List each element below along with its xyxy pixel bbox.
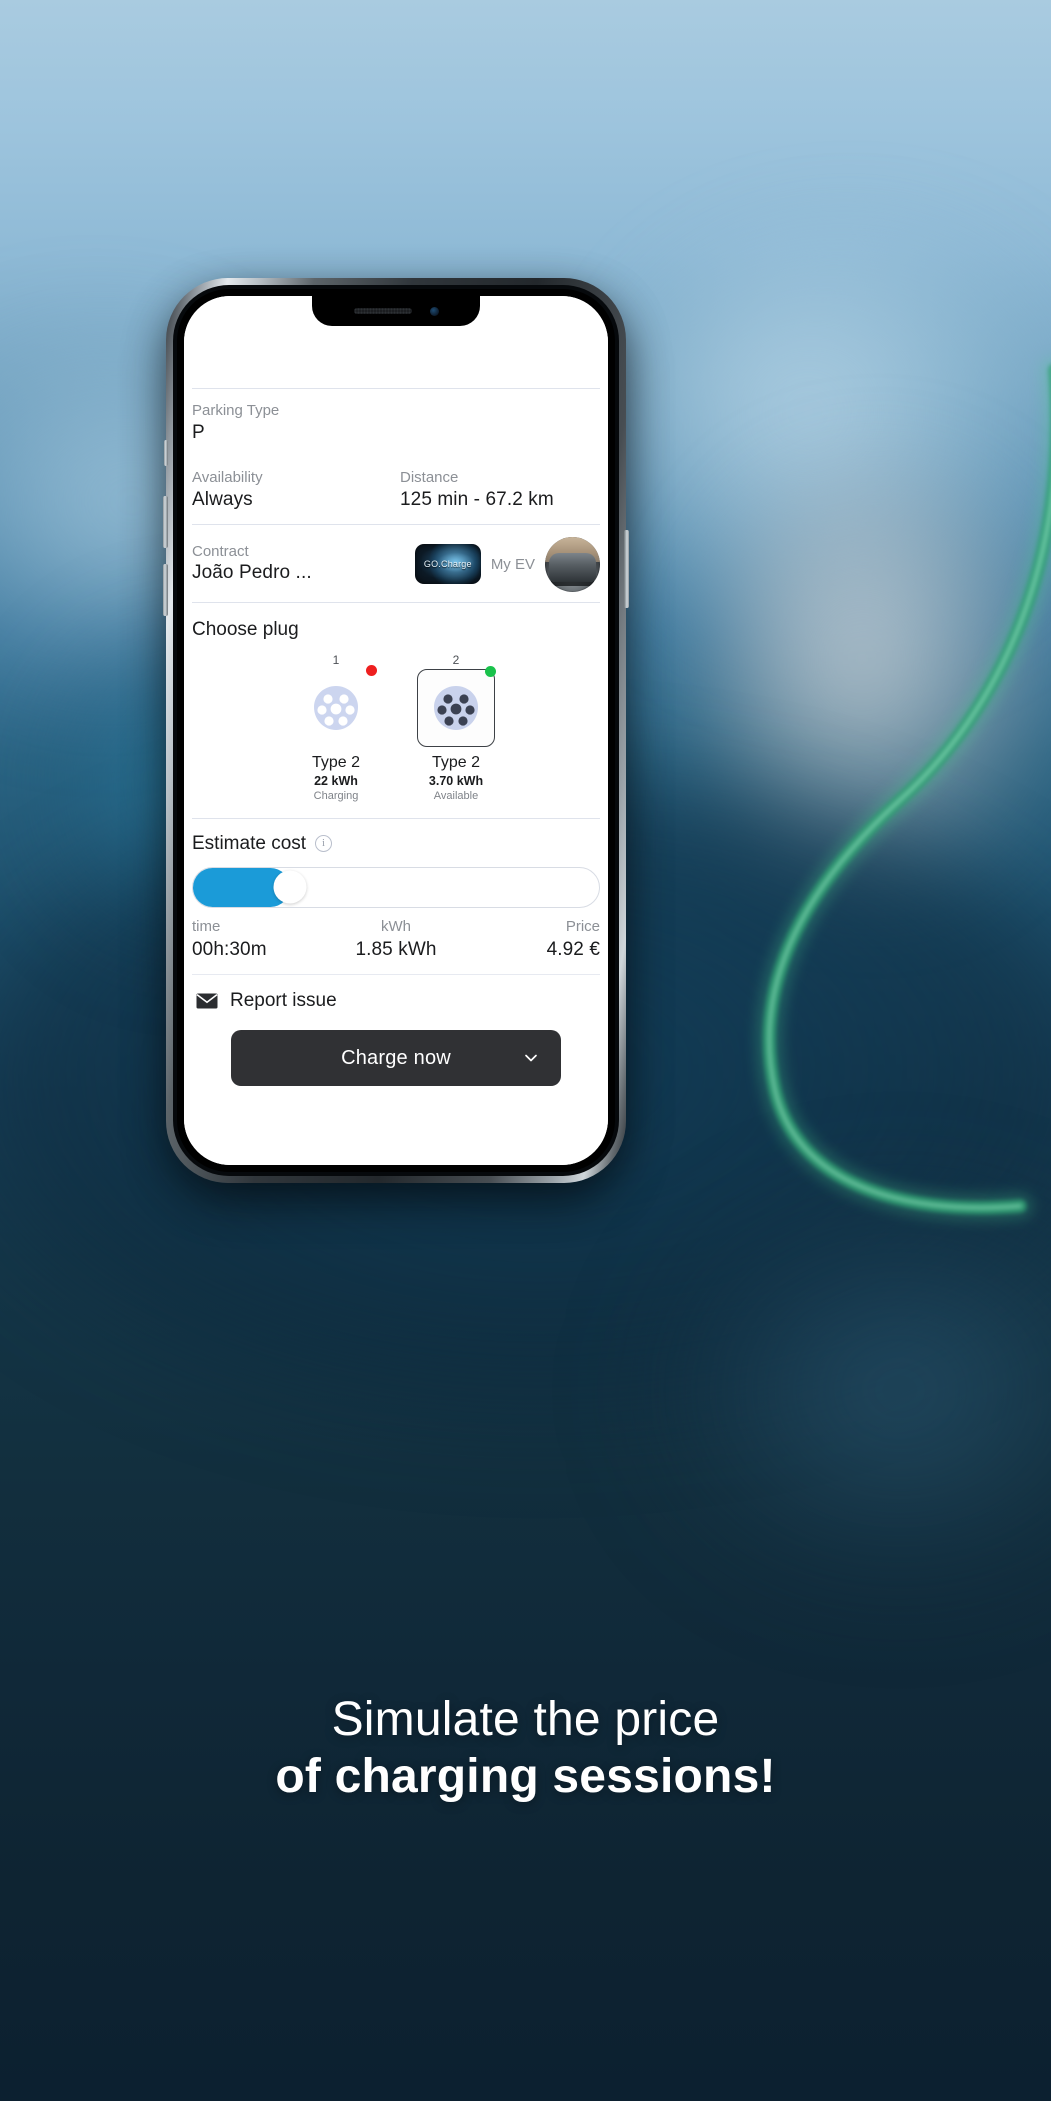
estimate-price-cell: Price 4.92 € — [464, 918, 600, 962]
background-bottom-sheen — [640, 1180, 1051, 1600]
plug-state: Charging — [313, 789, 359, 802]
estimate-price-label: Price — [565, 917, 600, 935]
contract-row: Contract João Pedro ... GO.Charge My EV — [184, 525, 608, 602]
charging-station-detail-screen: Parking Type P Availability Always Dista… — [184, 296, 608, 1165]
estimate-energy-value: 1.85 kWh — [355, 938, 437, 960]
charge-now-button[interactable]: Charge now — [231, 1030, 561, 1087]
estimate-time-value: 00h:30m — [192, 938, 267, 960]
parking-type-label: Parking Type — [192, 402, 280, 419]
type2-plug-icon — [434, 685, 478, 730]
plug-name: Type 2 — [431, 753, 481, 771]
parking-type-row: Parking Type P — [184, 389, 608, 456]
background-hand-shape — [700, 470, 1051, 890]
distance-cell: Distance 125 min - 67.2 km — [392, 469, 600, 512]
estimate-slider-wrapper — [184, 855, 608, 916]
plug-number: 2 — [452, 652, 460, 667]
plug-number: 1 — [332, 652, 340, 667]
charging-cable-glow — [756, 357, 1051, 1221]
type2-plug-icon — [314, 685, 358, 730]
plug-power: 3.70 kWh — [428, 773, 484, 788]
estimate-price-value: 4.92 € — [546, 938, 600, 960]
availability-label: Availability — [192, 469, 263, 487]
plug-card[interactable] — [297, 664, 377, 747]
estimate-values-row: time 00h:30m kWh 1.85 kWh Price 4.92 € — [184, 916, 608, 974]
phone-screen: Parking Type P Availability Always Dista… — [184, 296, 608, 1165]
plug-power: 22 kWh — [314, 773, 358, 788]
chevron-down-icon — [525, 1054, 537, 1062]
plug-list: 1 Type 2 22 kWh Charging 2 Type 2 3.70 k… — [184, 643, 608, 818]
estimate-cost-title: Estimate cost — [192, 832, 307, 854]
provider-badge-label: GO.Charge — [423, 559, 472, 570]
estimate-time-cell: time 00h:30m — [192, 918, 328, 962]
contract-cell[interactable]: Contract João Pedro ... — [192, 543, 405, 586]
availability-value: Always — [192, 489, 253, 511]
volume-up-button[interactable] — [163, 496, 168, 548]
phone-notch — [312, 296, 480, 326]
estimate-energy-cell: kWh 1.85 kWh — [328, 918, 464, 962]
plug-status-dot-icon — [366, 664, 377, 676]
my-ev-label: My EV — [490, 555, 535, 573]
plug-name: Type 2 — [311, 753, 361, 771]
caption-line-1: Simulate the price — [331, 1693, 720, 1746]
estimate-energy-label: kWh — [381, 917, 411, 935]
distance-label: Distance — [400, 469, 459, 487]
mute-switch[interactable] — [164, 440, 168, 466]
plug-card-selected[interactable] — [417, 665, 496, 747]
choose-plug-title: Choose plug — [192, 618, 299, 640]
primary-action-wrapper: Charge now — [184, 1016, 608, 1087]
phone-mockup: Parking Type P Availability Always Dista… — [163, 278, 629, 1184]
info-icon[interactable]: i — [315, 835, 333, 853]
estimate-slider-knob[interactable] — [273, 870, 307, 904]
front-camera-icon — [429, 306, 439, 316]
estimate-time-label: time — [192, 917, 221, 935]
power-button[interactable] — [624, 530, 629, 608]
availability-cell: Availability Always — [192, 469, 392, 512]
report-issue-label: Report issue — [230, 990, 337, 1012]
availability-distance-row: Availability Always Distance 125 min - 6… — [184, 456, 608, 523]
parking-type-value: P — [192, 421, 205, 443]
distance-value: 125 min - 67.2 km — [400, 489, 554, 511]
my-ev-avatar[interactable] — [545, 536, 600, 592]
background-highlight-right — [620, 240, 1051, 670]
plug-option-1[interactable]: 1 Type 2 22 kWh Charging — [288, 653, 384, 802]
estimate-cost-header: Estimate cost i — [184, 819, 608, 855]
provider-badge[interactable]: GO.Charge — [414, 544, 481, 585]
envelope-icon — [196, 993, 218, 1009]
charging-cable — [762, 364, 1051, 1215]
caption-line-2: of charging sessions! — [275, 1749, 776, 1803]
plug-option-2[interactable]: 2 Type 2 3.70 kWh Available — [408, 653, 504, 802]
speaker-grille-icon — [353, 308, 412, 314]
plug-status-dot-icon — [485, 665, 496, 677]
charge-now-label: Charge now — [341, 1046, 451, 1069]
volume-down-button[interactable] — [163, 564, 168, 616]
contract-label: Contract — [192, 542, 249, 560]
promo-caption: Simulate the price of charging sessions! — [0, 1692, 1051, 1805]
estimate-slider[interactable] — [192, 866, 600, 908]
plug-state: Available — [433, 789, 479, 802]
report-issue-row[interactable]: Report issue — [184, 975, 608, 1016]
contract-value: João Pedro ... — [192, 562, 312, 584]
